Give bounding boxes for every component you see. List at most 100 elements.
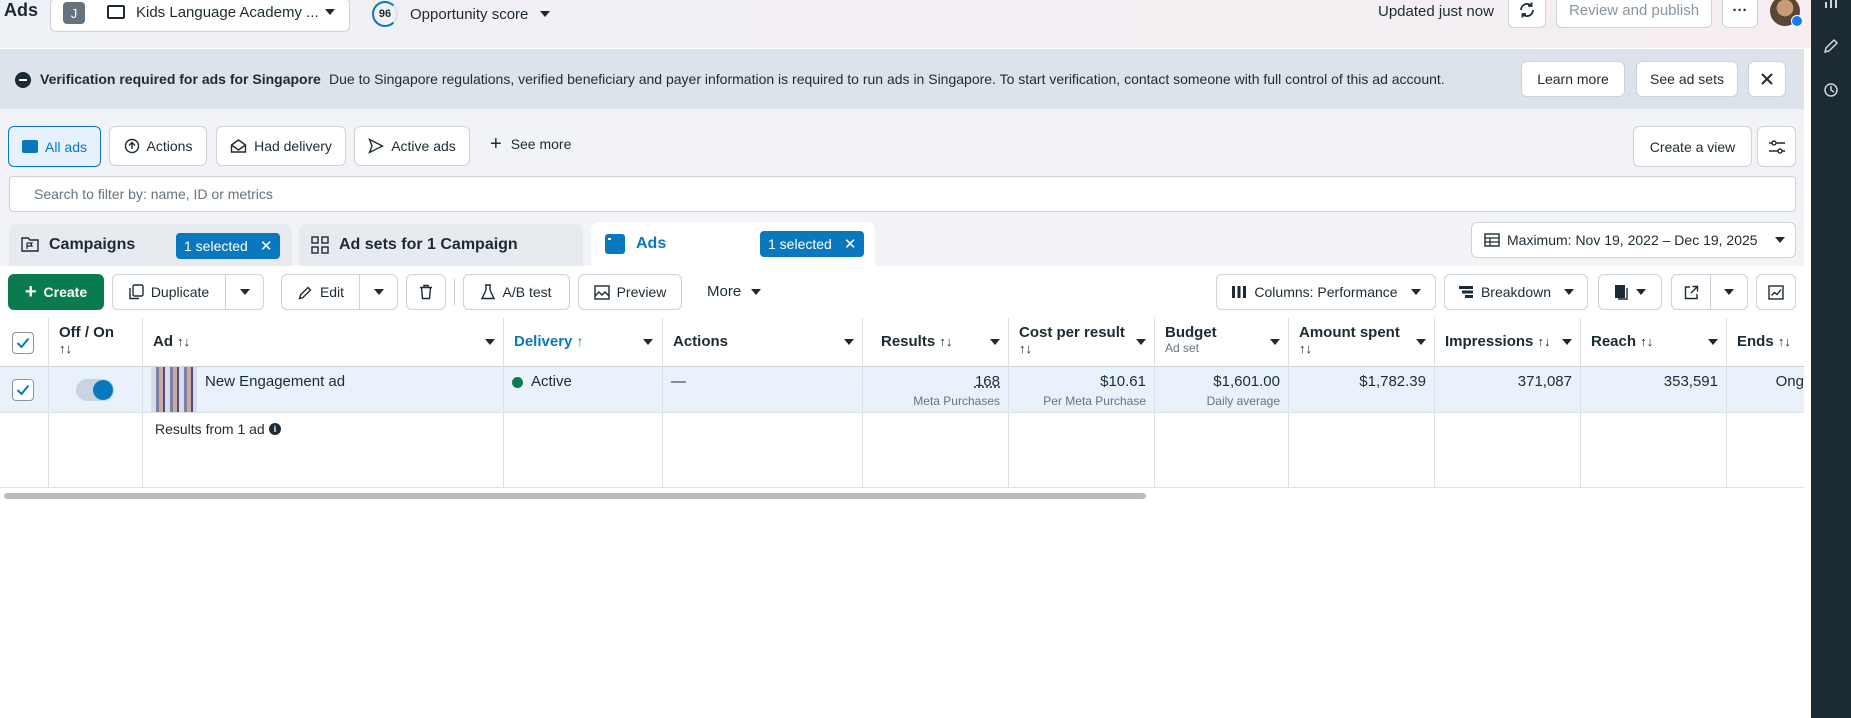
col-delivery[interactable]: Delivery ↑ <box>504 318 663 367</box>
chevron-down-icon <box>1562 339 1572 345</box>
duplicate-dropdown-button[interactable] <box>225 274 264 310</box>
row-cost-cell: $10.61 Per Meta Purchase <box>1009 367 1155 413</box>
calendar-table-icon <box>1484 233 1500 247</box>
charts-button[interactable] <box>1756 274 1796 310</box>
chevron-down-icon <box>540 11 551 17</box>
col-cost-per-result[interactable]: Cost per result ↑↓ <box>1009 318 1155 367</box>
grid-icon <box>311 236 329 254</box>
view-all-ads-button[interactable]: All ads <box>8 126 101 167</box>
row-toggle-cell <box>49 367 143 413</box>
review-publish-button[interactable]: Review and publish <box>1556 0 1712 28</box>
edit-dropdown-button[interactable] <box>359 274 398 310</box>
export-button[interactable] <box>1671 274 1711 310</box>
checkmark-icon <box>16 337 30 349</box>
view-actions-button[interactable]: Actions <box>109 126 207 166</box>
send-icon <box>368 138 385 154</box>
footer-budget-cell <box>1155 413 1289 488</box>
footer-delivery-cell <box>504 413 663 488</box>
col-actions[interactable]: Actions <box>663 318 863 367</box>
create-button[interactable]: + Create <box>8 274 104 310</box>
duplicate-label: Duplicate <box>150 284 210 300</box>
see-more-button[interactable]: + See more <box>490 134 571 154</box>
col-ends[interactable]: Ends ↑↓ <box>1727 318 1804 367</box>
view-settings-button[interactable] <box>1757 126 1796 167</box>
edit-button[interactable]: Edit <box>281 274 361 310</box>
close-icon <box>1761 73 1773 85</box>
chevron-down-icon <box>325 9 335 15</box>
trash-icon <box>420 284 432 300</box>
pencil-icon[interactable] <box>1823 38 1839 54</box>
breakdown-button[interactable]: Breakdown <box>1444 274 1588 310</box>
sort-ascending-icon: ↑ <box>576 333 584 349</box>
col-ad[interactable]: Ad ↑↓ <box>143 318 504 367</box>
row-ad-cell[interactable]: New Engagement ad <box>143 367 504 413</box>
col-impressions[interactable]: Impressions ↑↓ <box>1435 318 1581 367</box>
view-had-delivery-button[interactable]: Had delivery <box>216 126 346 166</box>
sort-icon: ↑↓ <box>1777 334 1791 349</box>
search-input[interactable]: Search to filter by: name, ID or metrics <box>9 176 1796 212</box>
chevron-down-icon <box>1724 289 1734 295</box>
view-active-ads-label: Active ads <box>391 138 456 154</box>
col-amount-spent[interactable]: Amount spent ↑↓ <box>1289 318 1435 367</box>
more-button[interactable]: More <box>707 283 762 300</box>
account-selector[interactable]: J Kids Language Academy ... <box>50 0 350 32</box>
columns-button[interactable]: Columns: Performance <box>1216 274 1436 310</box>
more-options-button[interactable]: ··· <box>1722 0 1758 28</box>
learn-more-button[interactable]: Learn more <box>1521 61 1625 97</box>
budget-sublabel: Daily average <box>1206 394 1280 408</box>
delete-button[interactable] <box>406 274 446 310</box>
close-banner-button[interactable] <box>1748 61 1786 97</box>
actions-value: — <box>671 373 686 390</box>
export-dropdown-button[interactable] <box>1710 274 1748 310</box>
opportunity-score[interactable]: 96 Opportunity score <box>372 0 551 28</box>
sort-icon: ↑↓ <box>1537 334 1551 349</box>
export-icon <box>1684 285 1698 299</box>
col-ends-label: Ends <box>1737 333 1774 350</box>
history-icon[interactable] <box>1823 82 1839 98</box>
image-icon <box>593 284 610 300</box>
tab-ad-sets[interactable]: Ad sets for 1 Campaign <box>299 224 583 266</box>
more-label: More <box>707 283 742 300</box>
view-active-ads-button[interactable]: Active ads <box>354 126 470 166</box>
create-view-button[interactable]: Create a view <box>1633 126 1752 167</box>
scrollbar-thumb[interactable] <box>4 493 1146 499</box>
col-budget[interactable]: Budget Ad set <box>1155 318 1289 367</box>
sort-icon: ↑↓ <box>1299 341 1312 356</box>
reports-button[interactable] <box>1598 274 1662 310</box>
active-status-dot <box>512 377 523 388</box>
columns-label: Columns: Performance <box>1254 284 1398 300</box>
info-icon[interactable]: i <box>269 423 281 435</box>
select-all-checkbox[interactable] <box>12 332 34 354</box>
pencil-icon <box>298 286 312 300</box>
bar-chart-icon[interactable] <box>1823 0 1839 10</box>
col-reach-label: Reach <box>1591 333 1637 350</box>
breakdown-label: Breakdown <box>1480 284 1552 300</box>
col-reach[interactable]: Reach ↑↓ <box>1581 318 1727 367</box>
ad-name-link[interactable]: New Engagement ad <box>205 373 345 390</box>
footer-select-cell <box>0 413 49 488</box>
row-checkbox[interactable] <box>12 379 34 401</box>
ab-test-button[interactable]: A/B test <box>463 274 570 310</box>
col-results[interactable]: Results ↑↓ <box>863 318 1009 367</box>
horizontal-scrollbar[interactable] <box>0 488 1804 502</box>
preview-button[interactable]: Preview <box>578 274 682 310</box>
col-delivery-label: Delivery <box>514 333 573 350</box>
close-icon[interactable]: ✕ <box>260 237 273 255</box>
col-off-on-label: Off / On <box>59 324 114 341</box>
campaigns-selected-chip[interactable]: 1 selected ✕ <box>176 233 281 259</box>
see-ad-sets-button[interactable]: See ad sets <box>1636 61 1738 97</box>
sort-icon: ↑↓ <box>1640 334 1654 349</box>
view-all-ads-label: All ads <box>44 138 88 155</box>
col-off-on[interactable]: Off / On ↑↓ <box>49 318 143 367</box>
date-range-picker[interactable]: Maximum: Nov 19, 2022 – Dec 19, 2025 <box>1471 222 1796 258</box>
sort-icon: ↑↓ <box>939 334 953 349</box>
results-value[interactable]: 168 <box>863 373 1000 390</box>
ads-selected-chip[interactable]: 1 selected ✕ <box>760 231 865 257</box>
chevron-down-icon <box>373 289 384 295</box>
refresh-button[interactable] <box>1508 0 1546 28</box>
duplicate-button[interactable]: Duplicate <box>112 274 226 310</box>
ad-on-off-toggle[interactable] <box>76 379 114 401</box>
row-actions-cell: — <box>663 367 863 413</box>
close-icon[interactable]: ✕ <box>844 235 857 253</box>
col-cost-per-result-label: Cost per result <box>1019 324 1125 341</box>
